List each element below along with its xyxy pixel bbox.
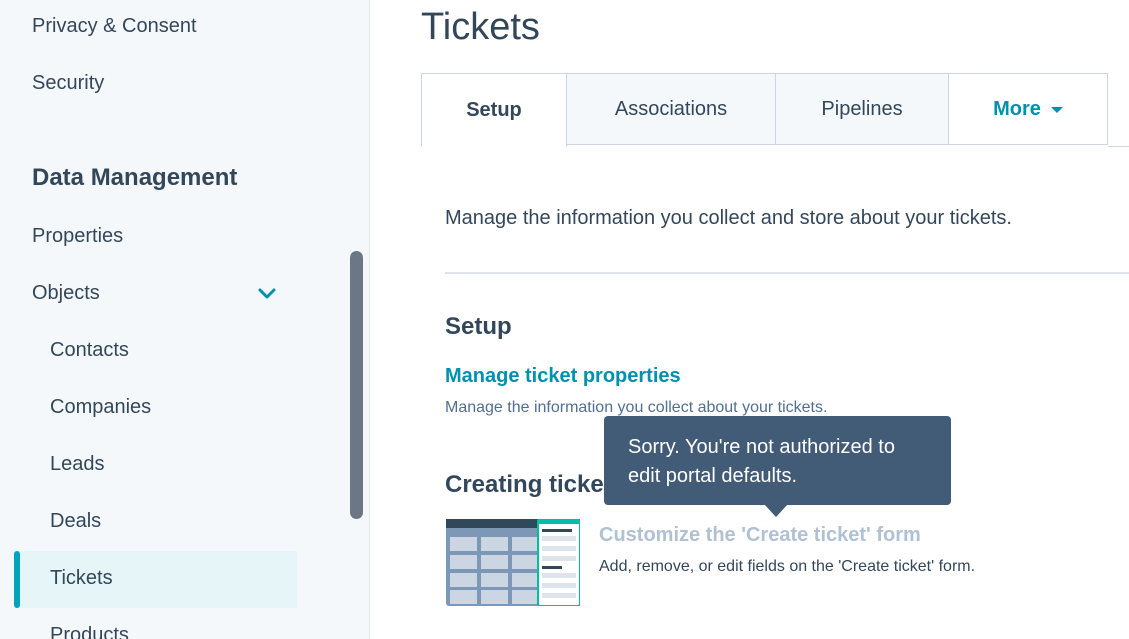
- tab-setup[interactable]: Setup: [421, 73, 567, 147]
- create-ticket-form-thumbnail-image: [446, 519, 580, 606]
- sidebar-active-indicator: [14, 551, 20, 608]
- sidebar-item-companies[interactable]: Companies: [50, 396, 151, 419]
- section-divider: [445, 272, 1129, 274]
- tooltip-text: Sorry. You're not authorized to edit por…: [628, 436, 895, 487]
- sidebar-item-products[interactable]: Products: [50, 624, 129, 639]
- sidebar-item-contacts[interactable]: Contacts: [50, 339, 129, 362]
- tooltip-arrow: [764, 504, 788, 517]
- sidebar-item-security[interactable]: Security: [32, 72, 104, 95]
- customize-create-ticket-form-link[interactable]: Customize the 'Create ticket' form: [599, 524, 921, 547]
- sidebar-item-objects[interactable]: Objects: [32, 282, 100, 305]
- tab-label: Setup: [466, 98, 522, 121]
- tab-pipelines[interactable]: Pipelines: [775, 73, 949, 145]
- tab-bar-baseline: [1108, 146, 1129, 147]
- sidebar-item-tickets[interactable]: Tickets: [50, 567, 113, 590]
- not-authorized-tooltip: Sorry. You're not authorized to edit por…: [604, 416, 951, 505]
- sidebar-item-leads[interactable]: Leads: [50, 453, 105, 476]
- page-description: Manage the information you collect and s…: [445, 207, 1012, 229]
- manage-ticket-properties-link[interactable]: Manage ticket properties: [445, 365, 681, 388]
- manage-ticket-properties-description: Manage the information you collect about…: [445, 399, 828, 416]
- tab-label: Associations: [614, 97, 728, 120]
- sidebar-scrollbar[interactable]: [350, 251, 363, 519]
- tab-label: Pipelines: [821, 97, 903, 120]
- page-title: Tickets: [421, 6, 540, 48]
- tab-associations[interactable]: Associations: [566, 73, 776, 145]
- section-title-setup: Setup: [445, 313, 512, 340]
- sidebar-item-privacy-consent[interactable]: Privacy & Consent: [32, 15, 197, 38]
- tab-bar: Setup Associations Pipelines More: [421, 73, 1129, 147]
- sidebar-item-deals[interactable]: Deals: [50, 510, 101, 533]
- tab-more-dropdown[interactable]: More: [948, 73, 1108, 145]
- sidebar-item-properties[interactable]: Properties: [32, 225, 123, 248]
- settings-sidebar: Privacy & Consent Security Data Manageme…: [0, 0, 345, 639]
- section-title-creating-tickets: Creating tickets: [445, 471, 626, 498]
- tab-label: More: [993, 97, 1041, 120]
- caret-down-icon: [1050, 107, 1063, 113]
- chevron-down-icon[interactable]: [256, 283, 278, 305]
- sidebar-heading-data-management: Data Management: [32, 164, 238, 191]
- customize-create-ticket-form-description: Add, remove, or edit fields on the 'Crea…: [599, 558, 976, 575]
